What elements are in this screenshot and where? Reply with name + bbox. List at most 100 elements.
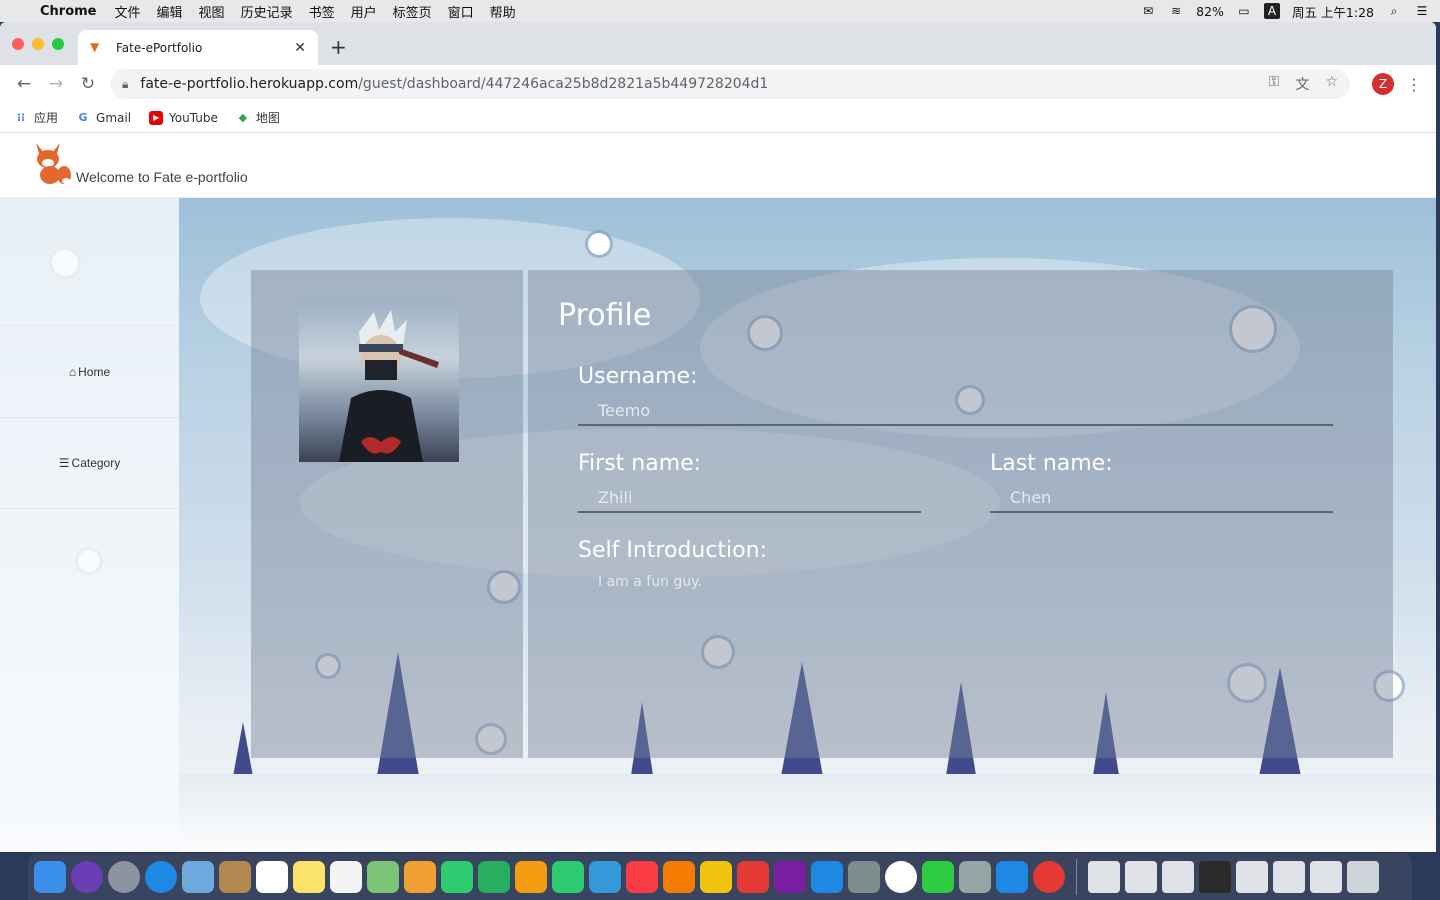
wifi-icon[interactable]: ≋ bbox=[1168, 3, 1184, 19]
mongodb-icon[interactable] bbox=[885, 861, 917, 893]
username-field: Teemo bbox=[598, 401, 651, 420]
menu-file[interactable]: 文件 bbox=[115, 2, 141, 21]
calendar-icon[interactable] bbox=[256, 861, 288, 893]
site-header: Welcome to Fate e-portfolio bbox=[0, 133, 1436, 198]
menu-people[interactable]: 用户 bbox=[351, 2, 377, 21]
back-button[interactable]: ← bbox=[8, 70, 40, 98]
onenote-icon[interactable] bbox=[774, 861, 806, 893]
key-icon[interactable]: ⚿ bbox=[1269, 74, 1280, 94]
vscode-icon[interactable] bbox=[996, 861, 1028, 893]
dashboard-content: ⌂ Home ☰ Category Profile Username: Teem… bbox=[0, 198, 1436, 852]
messages-icon[interactable] bbox=[441, 861, 473, 893]
app-name[interactable]: Chrome bbox=[40, 4, 97, 19]
wechat-app-icon[interactable] bbox=[922, 861, 954, 893]
forward-button[interactable]: → bbox=[40, 70, 72, 98]
photos-icon[interactable] bbox=[404, 861, 436, 893]
chrome-window: ▼ Fate-ePortfolio ✕ + ← → ↻ 🔒︎ fate-e-po… bbox=[0, 22, 1436, 852]
menu-tabs[interactable]: 标签页 bbox=[393, 2, 432, 21]
bookmark-apps[interactable]: ⁝⁝ 应用 bbox=[14, 109, 58, 126]
bookmark-star-icon[interactable]: ☆ bbox=[1325, 74, 1338, 94]
numbers-icon[interactable] bbox=[552, 861, 584, 893]
minimized-window-icon[interactable] bbox=[1199, 861, 1231, 893]
bookmark-gmail[interactable]: G Gmail bbox=[76, 110, 132, 125]
minimized-window-icon[interactable] bbox=[1236, 861, 1268, 893]
lock-icon[interactable]: 🔒︎ bbox=[122, 77, 128, 92]
first-name-underline bbox=[578, 511, 921, 513]
menu-history[interactable]: 历史记录 bbox=[241, 2, 293, 21]
fox-logo-icon[interactable] bbox=[30, 139, 72, 185]
bookmark-label: 地图 bbox=[255, 111, 280, 125]
music-icon[interactable] bbox=[626, 861, 658, 893]
profile-avatar-panel bbox=[251, 270, 523, 758]
youtube-icon: ▶ bbox=[149, 110, 164, 125]
url-path: /guest/dashboard/447246aca25b8d2821a5b44… bbox=[358, 76, 769, 92]
close-window-button[interactable] bbox=[12, 38, 24, 50]
address-bar[interactable]: 🔒︎ fate-e-portfolio.herokuapp.com/guest/… bbox=[110, 69, 1350, 99]
notes-icon[interactable] bbox=[293, 861, 325, 893]
profile-picture[interactable] bbox=[299, 302, 459, 462]
facetime-icon[interactable] bbox=[478, 861, 510, 893]
pages-icon[interactable] bbox=[515, 861, 547, 893]
preview-icon[interactable] bbox=[182, 861, 214, 893]
sidebar-item-home[interactable]: ⌂ Home bbox=[0, 325, 179, 417]
sidebar: ⌂ Home ☰ Category bbox=[0, 198, 179, 852]
sidebar-item-category[interactable]: ☰ Category bbox=[0, 417, 179, 509]
snowflake bbox=[588, 233, 610, 255]
new-tab-button[interactable]: + bbox=[330, 35, 347, 59]
menu-icon: ☰ bbox=[58, 456, 70, 470]
wechat-icon[interactable]: ✉ bbox=[1140, 3, 1156, 19]
browser-tab[interactable]: ▼ Fate-ePortfolio ✕ bbox=[78, 30, 318, 65]
menu-help[interactable]: 帮助 bbox=[490, 2, 516, 21]
dock-separator bbox=[1076, 859, 1077, 895]
profile-avatar[interactable]: Z bbox=[1372, 73, 1394, 95]
notification-center-icon[interactable]: ☰ bbox=[1414, 3, 1430, 19]
trash-icon[interactable] bbox=[1347, 861, 1379, 893]
app-store-icon[interactable] bbox=[811, 861, 843, 893]
minimize-window-button[interactable] bbox=[32, 38, 44, 50]
bookmark-youtube[interactable]: ▶ YouTube bbox=[149, 110, 218, 125]
maximize-window-button[interactable] bbox=[52, 38, 64, 50]
minimized-window-icon[interactable] bbox=[1162, 861, 1194, 893]
jetbrains-icon[interactable] bbox=[700, 861, 732, 893]
translate-icon[interactable]: 文 bbox=[1295, 74, 1309, 94]
books-icon[interactable] bbox=[663, 861, 695, 893]
bookmark-label: 应用 bbox=[34, 111, 59, 125]
system-preferences-icon[interactable] bbox=[848, 861, 880, 893]
clock[interactable]: 周五 上午1:28 bbox=[1292, 2, 1374, 21]
close-tab-icon[interactable]: ✕ bbox=[294, 40, 306, 56]
contacts-icon[interactable] bbox=[219, 861, 251, 893]
google-icon: G bbox=[78, 111, 88, 124]
macos-dock bbox=[28, 854, 1412, 900]
minimized-window-icon[interactable] bbox=[1273, 861, 1305, 893]
menu-window[interactable]: 窗口 bbox=[448, 2, 474, 21]
minimized-window-icon[interactable] bbox=[1125, 861, 1157, 893]
safari-icon[interactable] bbox=[145, 861, 177, 893]
launchpad-icon[interactable] bbox=[108, 861, 140, 893]
minimized-window-icon[interactable] bbox=[1088, 861, 1120, 893]
minimized-window-icon[interactable] bbox=[1310, 861, 1342, 893]
menu-bookmarks[interactable]: 书签 bbox=[309, 2, 335, 21]
browser-toolbar: ← → ↻ 🔒︎ fate-e-portfolio.herokuapp.com /… bbox=[0, 65, 1436, 103]
macos-menubar: Chrome 文件 编辑 视图 历史记录 书签 用户 标签页 窗口 帮助 ✉ ≋… bbox=[0, 0, 1440, 22]
battery-icon[interactable]: ▭ bbox=[1236, 3, 1252, 19]
reload-button[interactable]: ↻ bbox=[72, 70, 104, 98]
youdao-icon[interactable] bbox=[737, 861, 769, 893]
keynote-icon[interactable] bbox=[589, 861, 621, 893]
finder-icon[interactable] bbox=[34, 861, 66, 893]
maps-app-icon[interactable] bbox=[367, 861, 399, 893]
bookmark-label: Gmail bbox=[96, 110, 132, 125]
profile-panel: Profile Username: Teemo First name: Zhil… bbox=[528, 270, 1393, 758]
tab-strip: ▼ Fate-ePortfolio ✕ + bbox=[0, 22, 1436, 65]
spotlight-search-icon[interactable]: ⌕ bbox=[1386, 3, 1402, 19]
web-page: Welcome to Fate e-portfolio ⌂ Home ☰ Cat… bbox=[0, 133, 1436, 852]
siri-icon[interactable] bbox=[71, 861, 103, 893]
menu-view[interactable]: 视图 bbox=[199, 2, 225, 21]
bookmark-maps[interactable]: ◆ 地图 bbox=[236, 109, 280, 126]
menu-edit[interactable]: 编辑 bbox=[157, 2, 183, 21]
image-capture-icon[interactable] bbox=[959, 861, 991, 893]
reminders-icon[interactable] bbox=[330, 861, 362, 893]
chrome-menu-icon[interactable]: ⋮ bbox=[1406, 75, 1422, 94]
bookmarks-bar: ⁝⁝ 应用 G Gmail ▶ YouTube ◆ 地图 bbox=[0, 103, 1436, 133]
input-method-icon[interactable]: A bbox=[1263, 3, 1280, 19]
chrome-app-icon[interactable] bbox=[1033, 861, 1065, 893]
